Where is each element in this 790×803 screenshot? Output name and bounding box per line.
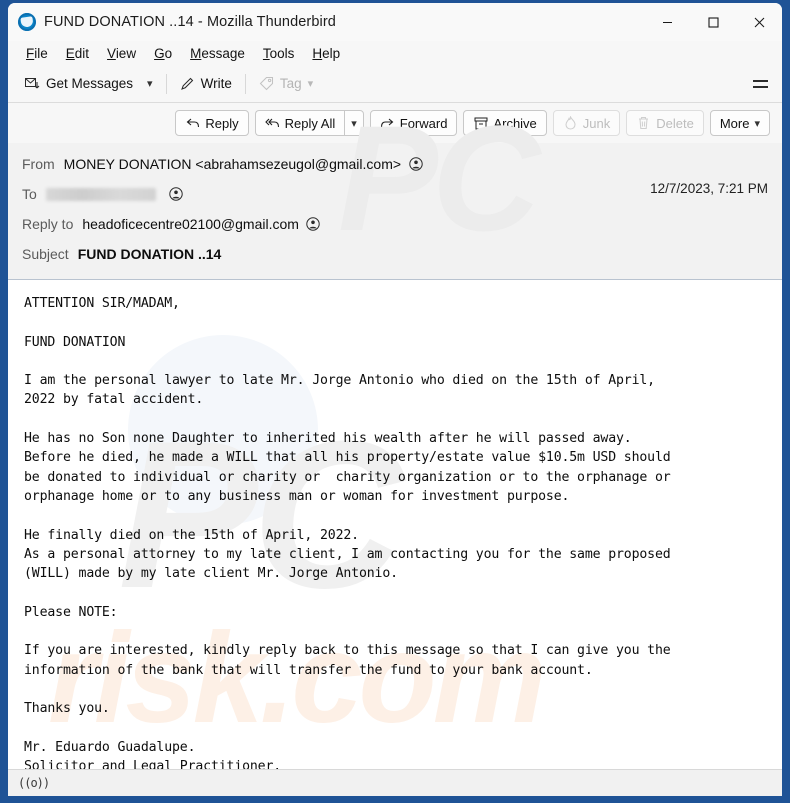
thunderbird-icon <box>18 13 36 31</box>
reply-all-label: Reply All <box>284 115 336 131</box>
main-toolbar: Get Messages ▾ Write Tag ▾ <box>8 65 782 103</box>
maximize-icon[interactable] <box>690 3 736 41</box>
get-messages-dropdown[interactable]: ▾ <box>140 73 160 94</box>
junk-label: Junk <box>582 115 611 131</box>
desktop-background: FUND DONATION ..14 - Mozilla Thunderbird… <box>0 0 790 803</box>
window-controls <box>644 3 782 41</box>
subject-value: FUND DONATION ..14 <box>77 246 222 262</box>
forward-label: Forward <box>399 115 448 131</box>
reply-all-icon <box>264 116 280 131</box>
tag-button[interactable]: Tag ▾ <box>252 72 320 95</box>
archive-button[interactable]: Archive <box>463 110 547 136</box>
more-label: More <box>719 115 750 131</box>
contact-avatar-icon-reply[interactable] <box>306 217 321 232</box>
reply-all-group: Reply All ▾ <box>254 110 364 136</box>
menu-item-tools[interactable]: Tools <box>255 44 303 63</box>
toolbar-divider-2 <box>244 73 246 94</box>
message-body[interactable]: PC risk.com ATTENTION SIR/MADAM, FUND DO… <box>8 280 782 769</box>
reply-label: Reply <box>205 115 239 131</box>
subject-label: Subject <box>22 246 69 262</box>
thunderbird-window: FUND DONATION ..14 - Mozilla Thunderbird… <box>8 3 782 796</box>
forward-button[interactable]: Forward <box>369 110 458 136</box>
menu-item-go[interactable]: Go <box>146 44 180 63</box>
archive-icon <box>473 116 488 131</box>
status-bar: ((o)) <box>8 769 782 796</box>
header-row-subject: Subject FUND DONATION ..14 <box>8 239 782 269</box>
reply-button[interactable]: Reply <box>175 110 249 136</box>
window-title: FUND DONATION ..14 - Mozilla Thunderbird <box>44 14 336 30</box>
menu-bar: File Edit View Go Message Tools Help <box>8 41 782 65</box>
menu-item-edit[interactable]: Edit <box>58 44 97 63</box>
message-date: 12/7/2023, 7:21 PM <box>650 181 768 196</box>
toolbar-divider <box>165 73 167 94</box>
minimize-icon[interactable] <box>644 3 690 41</box>
junk-fire-icon <box>563 116 578 131</box>
get-messages-button[interactable]: Get Messages <box>18 72 140 95</box>
message-header: PC From MONEY DONATION <abrahamsezeugol@… <box>8 103 782 280</box>
reply-to-value[interactable]: headoficecentre02100@gmail.com <box>82 216 299 232</box>
from-value[interactable]: MONEY DONATION <abrahamsezeugol@gmail.co… <box>64 156 401 172</box>
trash-icon <box>636 116 651 131</box>
header-row-from: From MONEY DONATION <abrahamsezeugol@gma… <box>8 149 782 179</box>
title-bar: FUND DONATION ..14 - Mozilla Thunderbird <box>8 3 782 41</box>
tag-icon <box>259 76 274 91</box>
close-icon[interactable] <box>736 3 782 41</box>
contact-avatar-icon-to[interactable] <box>169 187 184 202</box>
tag-chevron-down-icon: ▾ <box>307 78 314 90</box>
menu-item-view[interactable]: View <box>99 44 144 63</box>
menu-item-file[interactable]: File <box>18 44 56 63</box>
online-status-icon: ((o)) <box>18 776 50 790</box>
write-label: Write <box>200 76 232 91</box>
chevron-down-icon: ▾ <box>147 78 153 90</box>
reply-all-button[interactable]: Reply All <box>254 110 345 136</box>
to-value-redacted <box>45 187 156 201</box>
chevron-down-icon-more: ▾ <box>754 117 760 130</box>
tag-label: Tag <box>279 76 302 91</box>
chevron-down-icon-reply: ▾ <box>351 117 357 130</box>
pencil-icon <box>180 76 195 91</box>
from-label: From <box>22 156 55 172</box>
get-messages-label: Get Messages <box>46 76 134 91</box>
header-row-reply-to: Reply to headoficecentre02100@gmail.com <box>8 209 782 239</box>
reply-to-label: Reply to <box>22 216 74 232</box>
forward-icon <box>380 116 395 131</box>
message-body-text: ATTENTION SIR/MADAM, FUND DONATION I am … <box>24 296 671 769</box>
message-action-toolbar: Reply Reply All ▾ Forward Archive Junk D… <box>8 103 782 143</box>
junk-button[interactable]: Junk <box>552 110 621 136</box>
menu-item-help[interactable]: Help <box>304 44 348 63</box>
app-menu-icon[interactable] <box>748 73 772 95</box>
archive-label: Archive <box>493 115 537 131</box>
delete-button[interactable]: Delete <box>626 110 704 136</box>
delete-label: Delete <box>656 115 694 131</box>
to-label: To <box>22 186 37 202</box>
more-button[interactable]: More ▾ <box>709 110 770 136</box>
reply-icon <box>185 116 200 131</box>
menu-item-message[interactable]: Message <box>182 44 253 63</box>
write-button[interactable]: Write <box>173 72 239 95</box>
reply-all-dropdown[interactable]: ▾ <box>344 110 364 136</box>
get-messages-icon <box>25 76 40 91</box>
contact-avatar-icon[interactable] <box>408 157 423 172</box>
